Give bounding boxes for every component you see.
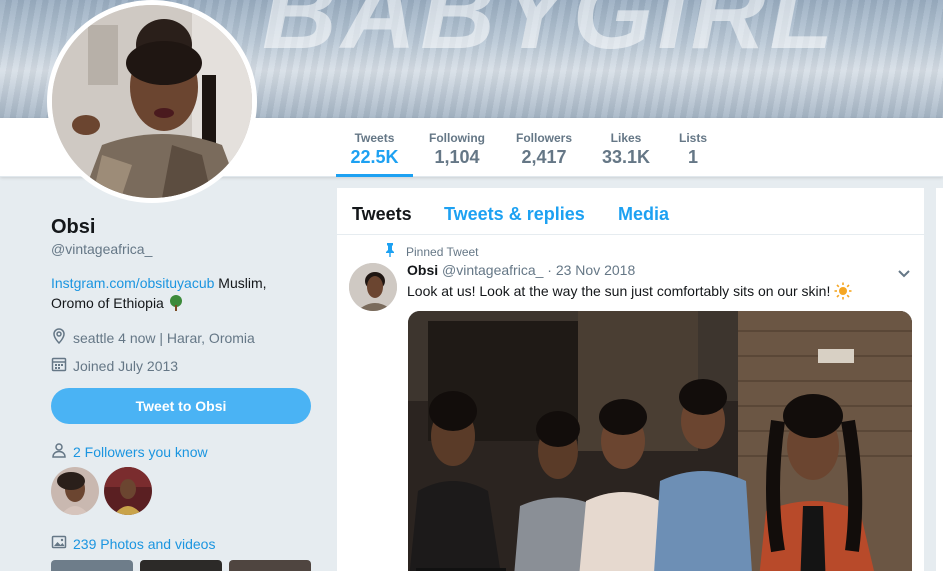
tweet-header: Obsi @vintageafrica_ · 23 Nov 2018 <box>407 262 635 278</box>
media-thumbnail[interactable] <box>229 560 311 571</box>
stat-value: 22.5K <box>350 147 399 167</box>
stat-lists[interactable]: Lists 1 <box>673 118 713 177</box>
tweet-author-name[interactable]: Obsi <box>407 262 438 278</box>
photos-videos-text: 239 Photos and videos <box>73 535 216 552</box>
profile-handle: @vintageafrica_ <box>51 241 153 257</box>
tweet-text: Look at us! Look at the way the sun just… <box>407 282 852 300</box>
followers-you-know-text: 2 Followers you know <box>73 443 208 460</box>
stat-label: Followers <box>515 131 572 145</box>
followers-you-know-link[interactable]: 2 Followers you know <box>51 442 208 461</box>
location-text: seattle 4 now | Harar, Oromia <box>73 329 255 346</box>
follower-avatar[interactable] <box>104 467 152 515</box>
right-sidebar-edge <box>936 188 943 571</box>
stat-value: 33.1K <box>601 147 651 167</box>
avatar-photo <box>52 5 252 198</box>
tweet-author-handle[interactable]: @vintageafrica_ <box>442 262 543 278</box>
tab-tweets[interactable]: Tweets <box>352 204 412 225</box>
tweet-photo[interactable] <box>408 311 912 571</box>
chevron-down-icon[interactable] <box>897 266 911 284</box>
stat-value: 1 <box>687 147 698 167</box>
tweet-text-content: Look at us! Look at the way the sun just… <box>407 283 835 299</box>
stat-followers[interactable]: Followers 2,417 <box>506 118 582 177</box>
photos-videos-link[interactable]: 239 Photos and videos <box>51 534 215 553</box>
pin-icon <box>384 243 396 260</box>
follower-avatar[interactable] <box>51 467 99 515</box>
stat-label: Lists <box>678 131 707 145</box>
stat-label: Following <box>429 131 485 145</box>
location-pin-icon <box>51 328 67 347</box>
media-thumbnail[interactable] <box>140 560 222 571</box>
stat-value: 2,417 <box>521 147 567 167</box>
profile-name[interactable]: Obsi <box>51 216 95 239</box>
tweet-date[interactable]: · 23 Nov 2018 <box>547 262 635 278</box>
joined-text: Joined July 2013 <box>73 357 179 374</box>
stat-label: Likes <box>610 131 642 145</box>
pinned-tweet-label: Pinned Tweet <box>384 243 479 260</box>
profile-location: seattle 4 now | Harar, Oromia <box>51 328 255 347</box>
person-icon <box>51 442 67 461</box>
media-thumbnail[interactable] <box>51 560 133 571</box>
tweet-avatar[interactable] <box>349 263 397 311</box>
stat-label: Tweets <box>354 131 395 145</box>
sun-emoji-icon <box>834 282 852 300</box>
tweet-to-button[interactable]: Tweet to Obsi <box>51 388 311 424</box>
calendar-icon <box>51 356 67 375</box>
stat-likes[interactable]: Likes 33.1K <box>593 118 659 177</box>
bio-link[interactable]: Instgram.com/obsituyacub <box>51 275 214 291</box>
profile-joined: Joined July 2013 <box>51 356 178 375</box>
pinned-text: Pinned Tweet <box>406 244 479 259</box>
banner-text: BABYGIRL <box>262 0 838 71</box>
image-icon <box>51 534 67 553</box>
tree-emoji-icon <box>168 295 184 311</box>
stat-following[interactable]: Following 1,104 <box>419 118 495 177</box>
tab-tweets-replies[interactable]: Tweets & replies <box>444 204 585 225</box>
stat-tweets[interactable]: Tweets 22.5K <box>336 118 413 177</box>
timeline-tabs: Tweets Tweets & replies Media <box>337 188 924 235</box>
tab-media[interactable]: Media <box>618 204 669 225</box>
stat-value: 1,104 <box>434 147 480 167</box>
profile-bio: Instgram.com/obsituyacub Muslim, Oromo o… <box>51 273 311 313</box>
timeline: Tweets Tweets & replies Media Pinned Twe… <box>337 188 924 571</box>
profile-avatar[interactable] <box>47 0 257 203</box>
